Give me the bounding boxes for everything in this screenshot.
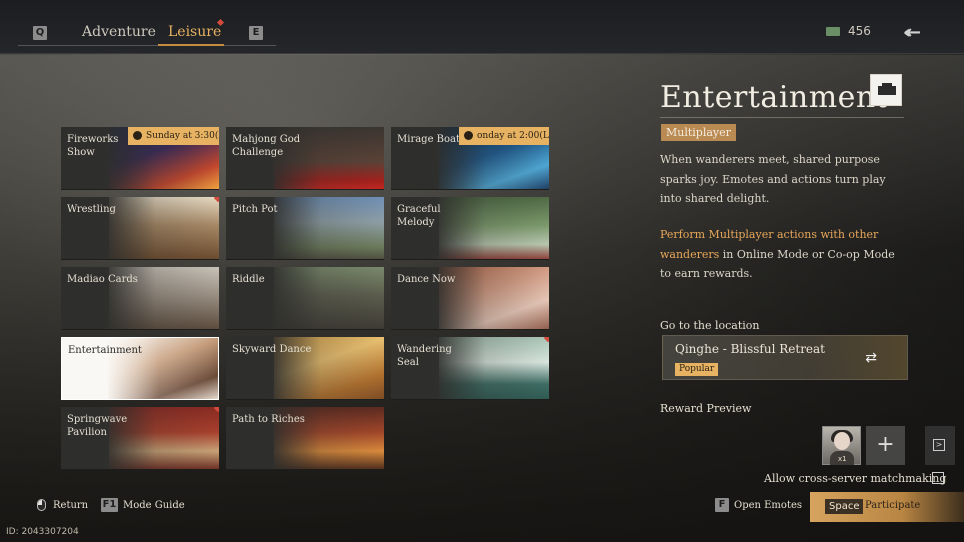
location-selector[interactable]: Qinghe - Blissful Retreat Popular ⇄	[662, 335, 908, 380]
card-label: Entertainment	[68, 345, 142, 356]
card-label: Wandering Seal	[397, 344, 452, 368]
key-hint-space: Space	[825, 499, 864, 514]
card-riddle[interactable]: Riddle	[226, 267, 384, 330]
card-fireworks-show[interactable]: Fireworks Show Sunday at 3:30(Lo	[61, 127, 219, 190]
multiplayer-tag: Multiplayer	[661, 124, 736, 141]
card-label: Skyward Dance	[232, 344, 312, 355]
card-mirage-boat[interactable]: Mirage Boat onday at 2:00(Lo	[391, 127, 549, 190]
tab-divider	[18, 45, 276, 46]
card-label: Pitch Pot	[232, 204, 278, 215]
return-button[interactable]: Return	[53, 500, 88, 511]
bed-icon	[870, 74, 902, 106]
card-label: Springwave Pavilion	[67, 414, 128, 438]
reward-count: x1	[838, 455, 847, 463]
card-path-to-riches[interactable]: Path to Riches	[226, 407, 384, 470]
clock-icon	[133, 131, 142, 140]
key-hint-f1: F1	[101, 498, 118, 512]
mode-guide-button[interactable]: Mode Guide	[123, 500, 185, 511]
card-graceful-melody[interactable]: Graceful Melody	[391, 197, 549, 260]
currency-display: 456	[826, 24, 871, 38]
next-reward-button[interactable]: >	[925, 426, 955, 465]
schedule-timer: Sunday at 3:30(Lo	[128, 127, 219, 145]
key-hint-e: E	[249, 26, 263, 40]
clock-icon	[464, 131, 473, 140]
participate-button[interactable]: Space Participate	[810, 492, 964, 522]
card-label: Graceful Melody	[397, 204, 441, 228]
reward-preview-label: Reward Preview	[660, 402, 752, 415]
top-bar: Q Adventure Leisure E 456 ‹‹←	[0, 0, 964, 54]
key-hint-f: F	[715, 498, 729, 512]
detail-title: Entertainment	[660, 80, 889, 115]
player-id: ID: 2043307204	[6, 527, 79, 537]
card-dance-now[interactable]: Dance Now	[391, 267, 549, 330]
chevron-right-icon: >	[933, 439, 945, 451]
participate-label: Participate	[865, 500, 921, 511]
swap-icon[interactable]: ⇄	[865, 350, 877, 366]
card-mahjong-god-challenge[interactable]: Mahjong God Challenge	[226, 127, 384, 190]
card-label: Wrestling	[67, 204, 116, 215]
open-emotes-button[interactable]: Open Emotes	[734, 500, 802, 511]
title-divider	[660, 117, 904, 118]
popular-tag: Popular	[675, 363, 719, 376]
card-springwave-pavilion[interactable]: Springwave Pavilion	[61, 407, 219, 470]
cash-icon	[826, 27, 840, 36]
card-label: Riddle	[232, 274, 265, 285]
card-label: Madiao Cards	[67, 274, 138, 285]
location-name: Qinghe - Blissful Retreat	[675, 342, 826, 356]
reward-item-avatar[interactable]: x1	[822, 426, 861, 465]
goto-location-label: Go to the location	[660, 319, 760, 332]
key-hint-q: Q	[33, 26, 47, 40]
card-wandering-seal[interactable]: Wandering Seal	[391, 337, 549, 400]
active-tab-indicator	[158, 44, 224, 46]
card-skyward-dance[interactable]: Skyward Dance	[226, 337, 384, 400]
card-label: Path to Riches	[232, 414, 305, 425]
tab-leisure[interactable]: Leisure	[168, 24, 221, 40]
card-pitch-pot[interactable]: Pitch Pot	[226, 197, 384, 260]
card-label: Mahjong God Challenge	[232, 134, 301, 158]
back-arrow-icon[interactable]: ‹‹←	[903, 22, 921, 43]
card-madiao-cards[interactable]: Madiao Cards	[61, 267, 219, 330]
currency-value: 456	[848, 24, 871, 38]
cross-server-checkbox[interactable]	[932, 472, 944, 484]
tab-adventure[interactable]: Adventure	[82, 24, 156, 40]
mouse-icon	[37, 499, 46, 511]
add-reward-icon[interactable]: +	[866, 426, 905, 465]
schedule-timer: onday at 2:00(Lo	[459, 127, 549, 145]
reward-hint: Perform Multiplayer actions with other w…	[660, 225, 900, 284]
detail-description: When wanderers meet, shared purpose spar…	[660, 153, 886, 205]
card-entertainment[interactable]: Entertainment	[61, 337, 219, 400]
cross-server-label: Allow cross-server matchmaking	[764, 472, 947, 485]
card-wrestling[interactable]: Wrestling	[61, 197, 219, 260]
card-label: Dance Now	[397, 274, 456, 285]
